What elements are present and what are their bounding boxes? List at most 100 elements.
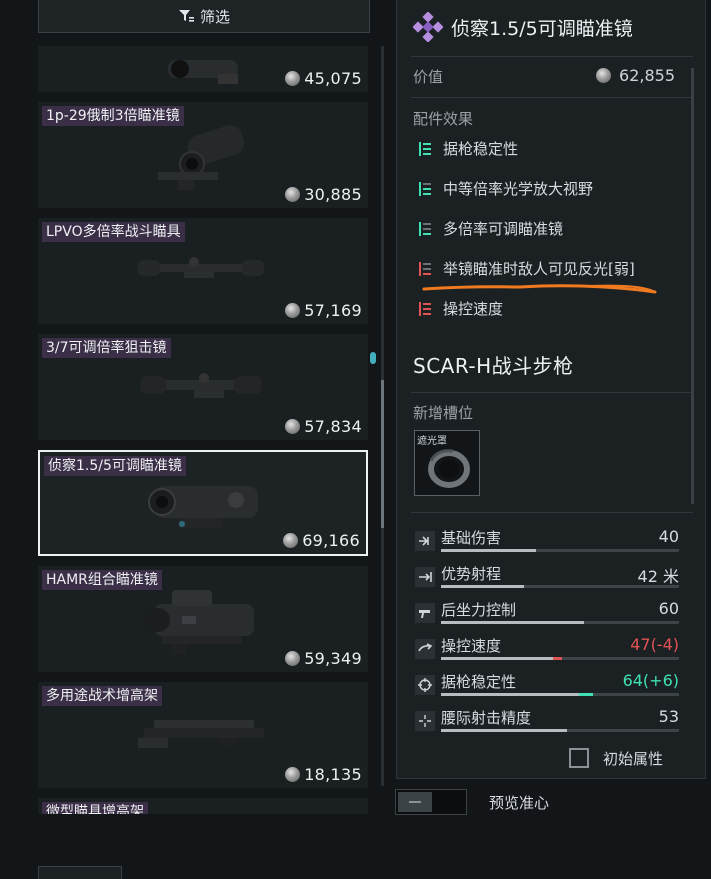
effect-up-icon bbox=[419, 181, 431, 196]
stat-bar bbox=[441, 693, 679, 696]
lens-hood-icon bbox=[428, 449, 470, 488]
rarity-icon bbox=[413, 12, 443, 42]
stat-row: 优势射程 42 米 bbox=[413, 563, 679, 593]
range-icon bbox=[415, 567, 435, 587]
effect-row: 多倍率可调瞄准镜 bbox=[417, 218, 563, 239]
item-price: 30,885 bbox=[285, 185, 362, 204]
attachment-item[interactable]: 3/7可调倍率狙击镜 57,834 bbox=[38, 334, 368, 440]
checkbox[interactable] bbox=[569, 748, 589, 768]
effect-up-icon bbox=[419, 221, 431, 236]
coin-icon bbox=[285, 71, 301, 86]
item-name: HAMR组合瞄准镜 bbox=[42, 570, 162, 590]
attachment-item[interactable]: HAMR组合瞄准镜 59,349 bbox=[38, 566, 368, 672]
hipfire-icon bbox=[415, 711, 435, 731]
value-amount: 62,855 bbox=[619, 66, 675, 85]
stat-bar bbox=[441, 657, 679, 660]
stat-row: 后坐力控制 60 bbox=[413, 599, 679, 629]
stat-bar bbox=[441, 621, 679, 624]
filter-icon bbox=[178, 10, 194, 22]
attachment-item[interactable]: 45,075 bbox=[38, 46, 368, 92]
effect-down-icon bbox=[419, 261, 431, 276]
scope-image bbox=[146, 590, 254, 654]
stat-row: 基础伤害 40 bbox=[413, 527, 679, 557]
bottom-button[interactable] bbox=[38, 866, 122, 879]
divider bbox=[411, 56, 693, 57]
effect-row: 中等倍率光学放大视野 bbox=[417, 178, 593, 199]
item-name: LPVO多倍率战斗瞄具 bbox=[42, 222, 185, 242]
scope-image bbox=[138, 257, 264, 278]
coin-icon bbox=[285, 187, 301, 202]
item-name: 微型瞄具增高架 bbox=[42, 802, 148, 814]
attachment-item[interactable]: LPVO多倍率战斗瞄具 57,169 bbox=[38, 218, 368, 324]
divider bbox=[411, 512, 693, 513]
stability-icon bbox=[415, 675, 435, 695]
effect-row: 操控速度 bbox=[417, 298, 503, 319]
item-price: 59,349 bbox=[285, 649, 362, 668]
slot-item[interactable]: 遮光罩 bbox=[414, 430, 480, 496]
attachment-item[interactable]: 多用途战术增高架 18,135 bbox=[38, 682, 368, 788]
detail-title: 侦察1.5/5可调瞄准镜 bbox=[451, 17, 633, 40]
weapon-title: SCAR-H战斗步枪 bbox=[413, 354, 574, 378]
item-price: 45,075 bbox=[285, 69, 362, 88]
handling-icon bbox=[415, 639, 435, 659]
value-row: 价值 62,855 bbox=[413, 66, 675, 88]
detail-panel: 侦察1.5/5可调瞄准镜 价值 62,855 配件效果 据枪稳定性 中等倍率光学… bbox=[396, 0, 706, 779]
stat-bar-fill bbox=[441, 621, 584, 624]
stat-bar-delta bbox=[579, 693, 594, 696]
stat-bar bbox=[441, 585, 679, 588]
scope-image bbox=[148, 486, 258, 528]
scope-image bbox=[168, 60, 238, 84]
preview-toggle[interactable] bbox=[395, 789, 467, 815]
stat-bar-delta bbox=[552, 657, 563, 660]
attachment-item[interactable]: 微型瞄具增高架 bbox=[38, 798, 368, 814]
coin-icon bbox=[285, 303, 301, 318]
stat-row: 腰际射击精度 53 bbox=[413, 707, 679, 737]
slot-heading: 新增槽位 bbox=[413, 404, 474, 422]
coin-icon bbox=[285, 419, 301, 434]
effect-up-icon bbox=[419, 141, 431, 156]
stat-bar-fill bbox=[441, 657, 553, 660]
mount-image bbox=[138, 720, 264, 748]
damage-icon bbox=[415, 531, 435, 551]
item-price: 69,166 bbox=[283, 531, 360, 550]
item-name: 多用途战术增高架 bbox=[42, 686, 162, 706]
effect-row: 据枪稳定性 bbox=[417, 138, 518, 159]
attachment-item[interactable]: 1p-29俄制3倍瞄准镜 30,885 bbox=[38, 102, 368, 208]
divider bbox=[411, 392, 693, 393]
divider bbox=[411, 97, 693, 98]
stat-bar-fill bbox=[441, 549, 537, 552]
effect-down-icon bbox=[419, 301, 431, 316]
coin-icon bbox=[285, 767, 301, 782]
stat-row: 据枪稳定性 64(+6) bbox=[413, 671, 679, 701]
effects-heading: 配件效果 bbox=[413, 110, 474, 128]
stat-bar-fill bbox=[441, 729, 568, 732]
item-name: 3/7可调倍率狙击镜 bbox=[42, 338, 171, 358]
effect-row: 举镜瞄准时敌人可见反光[弱] bbox=[417, 258, 635, 279]
filter-label: 筛选 bbox=[199, 7, 230, 26]
item-price: 57,834 bbox=[285, 417, 362, 436]
scope-image bbox=[140, 373, 262, 398]
stat-bar bbox=[441, 549, 679, 552]
attachment-item-selected[interactable]: 侦察1.5/5可调瞄准镜 69,166 bbox=[38, 450, 368, 556]
attachment-list[interactable]: 45,075 1p-29俄制3倍瞄准镜 30,885 LPVO多倍率战斗瞄具 5… bbox=[38, 46, 372, 814]
value-label: 价值 bbox=[413, 68, 444, 86]
item-name: 侦察1.5/5可调瞄准镜 bbox=[44, 456, 186, 476]
stat-row: 操控速度 47(-4) bbox=[413, 635, 679, 665]
stat-bar-fill bbox=[441, 585, 525, 588]
coin-icon bbox=[285, 651, 301, 666]
initial-stats-toggle[interactable]: 初始属性 bbox=[567, 744, 705, 778]
coin-icon bbox=[596, 68, 612, 83]
item-price: 18,135 bbox=[285, 765, 362, 784]
panel-scrollbar[interactable] bbox=[691, 68, 694, 504]
preview-label: 预览准心 bbox=[489, 794, 550, 812]
edge-indicator bbox=[370, 352, 376, 364]
recoil-icon bbox=[415, 603, 435, 623]
toggle-knob[interactable] bbox=[398, 792, 432, 812]
list-scrollbar-thumb[interactable] bbox=[381, 380, 384, 528]
filter-button[interactable]: 筛选 bbox=[38, 0, 370, 33]
stat-bar-fill bbox=[441, 693, 580, 696]
stat-bar bbox=[441, 729, 679, 732]
item-price: 57,169 bbox=[285, 301, 362, 320]
coin-icon bbox=[283, 533, 299, 548]
scope-image bbox=[158, 125, 245, 190]
